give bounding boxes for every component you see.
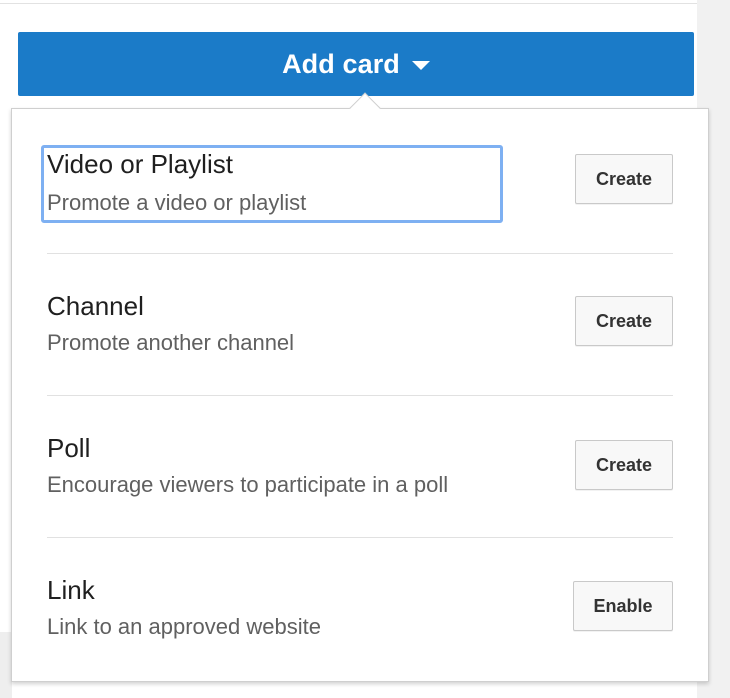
option-description: Promote another channel	[47, 330, 295, 355]
option-channel-text: Channel Promote another channel	[47, 291, 294, 357]
divider	[47, 537, 673, 538]
option-description: Promote a video or playlist	[47, 190, 307, 215]
option-link-text: Link Link to an approved website	[47, 575, 321, 641]
enable-link-button[interactable]: Enable	[573, 581, 673, 631]
option-description: Link to an approved website	[47, 614, 321, 639]
divider	[47, 253, 673, 254]
option-link[interactable]: Link Link to an approved website Enable	[47, 575, 673, 645]
caret-down-icon	[411, 61, 430, 70]
option-poll-text: Poll Encourage viewers to participate in…	[47, 433, 448, 499]
option-poll[interactable]: Poll Encourage viewers to participate in…	[47, 433, 673, 503]
option-channel[interactable]: Channel Promote another channel Create	[47, 291, 673, 361]
top-divider	[0, 3, 697, 4]
option-title: Video or Playlist	[47, 149, 233, 179]
option-title: Link	[47, 575, 95, 605]
page: Add card Video or Playlist Promote a vid…	[0, 0, 730, 698]
create-poll-button[interactable]: Create	[575, 440, 673, 490]
create-channel-button[interactable]: Create	[575, 296, 673, 346]
option-description: Encourage viewers to participate in a po…	[47, 472, 449, 497]
create-video-playlist-button[interactable]: Create	[575, 154, 673, 204]
dropdown-pointer	[349, 92, 381, 124]
option-title: Poll	[47, 433, 91, 463]
add-card-button[interactable]: Add card	[18, 32, 694, 96]
add-card-dropdown: Video or Playlist Promote a video or pla…	[11, 92, 709, 682]
option-video-playlist-text: Video or Playlist Promote a video or pla…	[47, 149, 306, 217]
add-card-label: Add card	[282, 48, 400, 79]
option-video-playlist[interactable]: Video or Playlist Promote a video or pla…	[41, 145, 673, 223]
option-title: Channel	[47, 291, 144, 321]
divider	[47, 395, 673, 396]
